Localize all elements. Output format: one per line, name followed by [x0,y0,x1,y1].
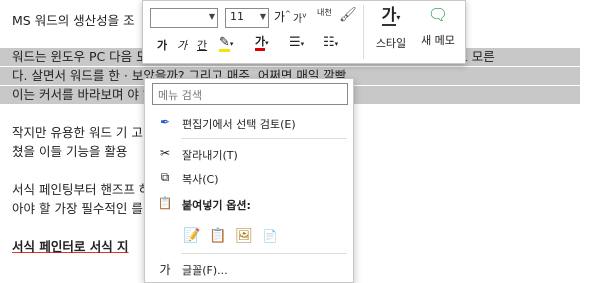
menu-divider [181,253,347,254]
format-painter-icon[interactable]: 🖌 [339,7,357,23]
menu-item-cut[interactable]: ✂ 잘라내기(T) [145,143,353,165]
scissors-icon: ✂ [159,146,171,160]
grow-font-button[interactable]: 가^ [274,8,291,25]
paste-picture-icon[interactable]: 🖼 [233,225,255,247]
cut-label: 잘라내기(T) [182,149,238,162]
style-label: 스타일 [375,37,407,50]
hanja-button[interactable]: 내천 [317,8,332,17]
paste-options-label: 붙여넣기 옵션: [182,199,251,212]
italic-label: 가 [177,39,188,52]
italic-button[interactable]: 가 [177,37,187,53]
doc-line-6: 쳤을 이들 기능을 활용 [12,144,128,159]
menu-item-font[interactable]: 가 글꼴(F)... [145,258,353,280]
menu-search-input[interactable]: 메뉴 검색 [152,83,348,105]
style-icon: 가▾ [381,5,401,26]
menu-item-editor-review[interactable]: ✒ 편집기에서 선택 검토(E) [145,112,353,134]
font-size-combo[interactable]: 11 ▼ [225,8,269,28]
font-icon: 가 [159,263,171,277]
chevron-down-icon: ▼ [259,12,266,21]
font-color-label: 가 [255,35,266,51]
copy-icon: ⧉ [160,170,170,184]
style-button[interactable]: 가▾ 스타일 [371,5,411,51]
bold-button[interactable]: 가 [157,37,167,53]
editor-icon: ✒ [159,115,171,129]
toolbar-divider [363,5,364,59]
new-comment-button[interactable]: 🗨 새 메모 [415,5,461,48]
menu-item-copy[interactable]: ⧉ 복사(C) [145,167,353,189]
bullet-list-icon[interactable]: ☰▾ [289,35,304,50]
hanja-label: 내천 [317,8,332,17]
doc-heading: 서식 페인터로 서식 지 [12,239,129,254]
menu-divider [181,138,347,139]
grow-font-label: 가 [274,10,286,24]
paste-options-header: 📋 붙여넣기 옵션: [145,193,353,215]
numbered-list-icon[interactable]: ☷▾ [323,35,338,50]
font-name-combo[interactable]: ▼ [150,8,218,28]
shrink-font-button[interactable]: 가v [293,10,306,25]
paste-keep-source-icon[interactable]: 📝 [181,225,203,247]
shrink-font-label: 가 [293,14,303,25]
comment-icon: 🗨 [427,5,449,24]
mini-toolbar: ▼ 11 ▼ 가^ 가v 내천 🖌 가 가 간 ✎▾ 가▾ ☰▾ ☷▾ 가▾ 스… [142,0,466,64]
bold-label: 가 [157,39,168,52]
font-size-value: 11 [230,10,244,23]
underline-button[interactable]: 간 [197,37,207,53]
highlight-icon[interactable]: ✎▾ [219,35,233,52]
copy-label: 복사(C) [182,173,219,186]
font-label: 글꼴(F)... [182,264,228,277]
clipboard-icon: 📋 [157,196,173,210]
editor-review-label: 편집기에서 선택 검토(E) [182,118,296,131]
font-color-button[interactable]: 가▾ [255,35,269,51]
menu-search-placeholder: 메뉴 검색 [158,89,202,102]
context-menu: 메뉴 검색 ✒ 편집기에서 선택 검토(E) ✂ 잘라내기(T) ⧉ 복사(C)… [144,78,354,283]
paste-text-only-icon[interactable]: 📄 [259,225,281,247]
chevron-down-icon: ▼ [208,12,215,21]
underline-label: 간 [197,39,208,52]
paste-merge-format-icon[interactable]: 📋 [207,225,229,247]
new-comment-label: 새 메모 [421,34,455,47]
doc-line-1: MS 워드의 생산성을 조 [12,13,135,28]
